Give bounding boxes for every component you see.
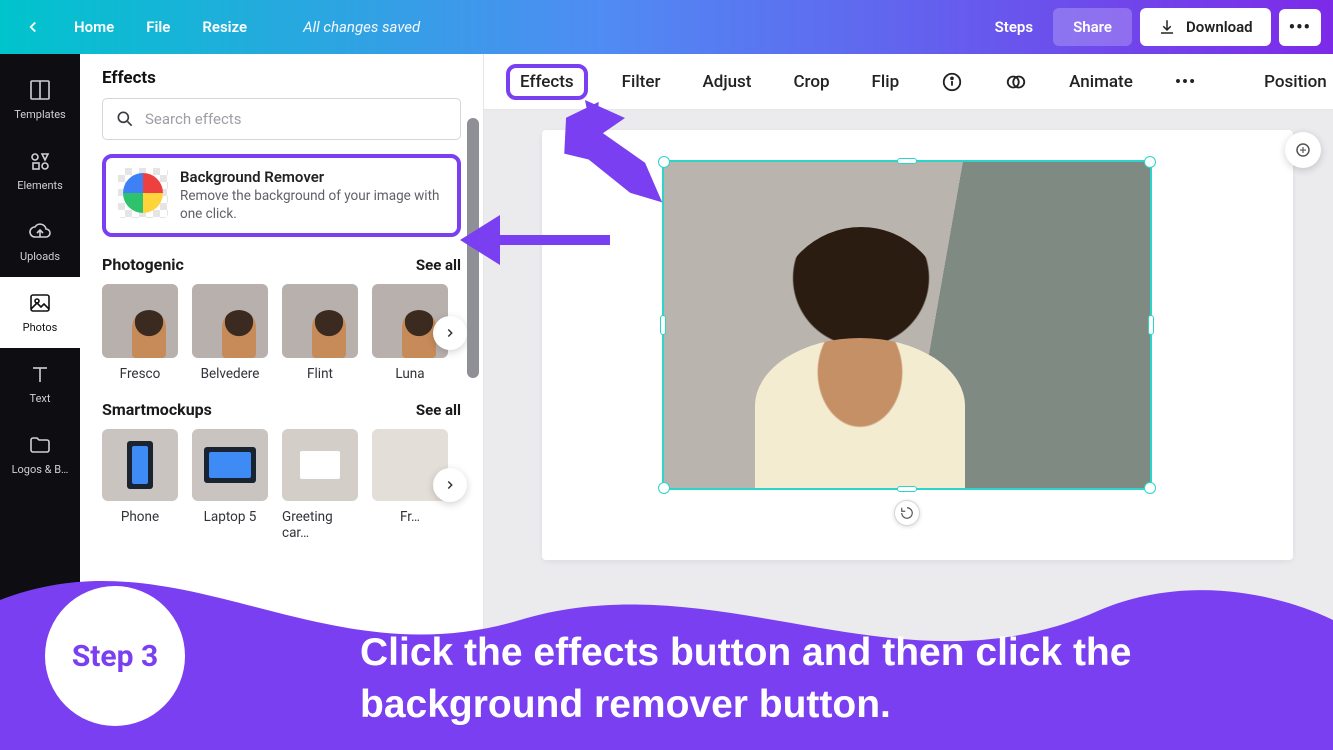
undo-button[interactable] bbox=[267, 19, 291, 35]
ctx-crop-button[interactable]: Crop bbox=[785, 66, 837, 98]
transparency-icon bbox=[1005, 71, 1027, 93]
sidebar-label: Photos bbox=[23, 321, 58, 334]
mockup-thumb-phone[interactable]: Phone bbox=[102, 429, 178, 541]
text-icon bbox=[28, 362, 52, 386]
folder-icon bbox=[28, 433, 52, 457]
resize-menu[interactable]: Resize bbox=[190, 10, 259, 44]
back-button[interactable] bbox=[12, 10, 54, 44]
download-button[interactable]: Download bbox=[1140, 8, 1271, 46]
rotate-icon bbox=[900, 506, 914, 520]
resize-edge-bottom[interactable] bbox=[897, 486, 917, 492]
selected-image[interactable] bbox=[662, 160, 1152, 490]
resize-edge-left[interactable] bbox=[660, 315, 666, 335]
ctx-flip-button[interactable]: Flip bbox=[864, 66, 908, 98]
sidebar-label: Templates bbox=[14, 108, 65, 121]
photogenic-row: Fresco Belvedere Flint Luna bbox=[102, 284, 461, 382]
section-head-smartmockups: Smartmockups See all bbox=[102, 400, 461, 419]
background-remover-title: Background Remover bbox=[180, 168, 445, 186]
section-head-photogenic: Photogenic See all bbox=[102, 255, 461, 274]
instruction-text: Click the effects button and then click … bbox=[360, 627, 1303, 732]
effect-thumb-fresco[interactable]: Fresco bbox=[102, 284, 178, 382]
smartmockups-row: Phone Laptop 5 Greeting car… Fr… bbox=[102, 429, 461, 541]
ctx-adjust-button[interactable]: Adjust bbox=[694, 66, 759, 98]
save-status: All changes saved bbox=[303, 18, 420, 36]
search-effects-input[interactable] bbox=[145, 110, 448, 128]
rotate-handle[interactable] bbox=[894, 500, 920, 526]
ctx-position-button[interactable]: Position bbox=[1256, 66, 1333, 98]
resize-edge-top[interactable] bbox=[897, 158, 917, 164]
sidebar-item-templates[interactable]: Templates bbox=[0, 64, 80, 135]
search-icon bbox=[115, 109, 135, 129]
download-label: Download bbox=[1186, 18, 1253, 36]
share-button[interactable]: Share bbox=[1053, 8, 1132, 46]
panel-title: Effects bbox=[80, 54, 483, 98]
file-menu[interactable]: File bbox=[134, 10, 182, 44]
sidebar-label: Logos & B… bbox=[12, 463, 69, 476]
effect-thumb-flint[interactable]: Flint bbox=[282, 284, 358, 382]
effect-thumb-belvedere[interactable]: Belvedere bbox=[192, 284, 268, 382]
image-content bbox=[664, 162, 1150, 488]
ctx-effects-button[interactable]: Effects bbox=[506, 64, 588, 100]
sparkle-icon bbox=[1294, 141, 1312, 159]
background-remover-icon bbox=[118, 168, 168, 218]
elements-icon bbox=[28, 149, 52, 173]
more-button[interactable]: ••• bbox=[1279, 9, 1321, 46]
sidebar-label: Uploads bbox=[20, 250, 60, 263]
ctx-filter-button[interactable]: Filter bbox=[614, 66, 669, 98]
mockup-thumb-card[interactable]: Greeting car… bbox=[282, 429, 358, 541]
step-badge: Step 3 bbox=[45, 586, 185, 726]
sidebar-item-logos[interactable]: Logos & B… bbox=[0, 419, 80, 490]
uploads-icon bbox=[28, 220, 52, 244]
search-effects-input-wrap[interactable] bbox=[102, 98, 461, 140]
see-all-smartmockups[interactable]: See all bbox=[416, 401, 461, 419]
ctx-animate-button[interactable]: Animate bbox=[1061, 66, 1141, 98]
add-page-button[interactable] bbox=[1285, 132, 1321, 168]
smartmockups-next-button[interactable] bbox=[433, 468, 467, 502]
sidebar-item-text[interactable]: Text bbox=[0, 348, 80, 419]
steps-button[interactable]: Steps bbox=[983, 10, 1045, 44]
sidebar-label: Elements bbox=[17, 179, 63, 192]
sidebar-item-photos[interactable]: Photos bbox=[0, 277, 80, 348]
resize-handle-tr[interactable] bbox=[1144, 156, 1156, 168]
ctx-more-button[interactable]: ••• bbox=[1167, 66, 1204, 98]
resize-handle-br[interactable] bbox=[1144, 482, 1156, 494]
ctx-info-button[interactable] bbox=[933, 65, 971, 99]
ctx-transparency-button[interactable] bbox=[997, 65, 1035, 99]
sidebar-item-uploads[interactable]: Uploads bbox=[0, 206, 80, 277]
top-bar: Home File Resize All changes saved Steps… bbox=[0, 0, 1333, 54]
mockup-thumb-laptop[interactable]: Laptop 5 bbox=[192, 429, 268, 541]
resize-handle-bl[interactable] bbox=[658, 482, 670, 494]
annotation-arrow-up bbox=[555, 100, 675, 230]
section-title: Photogenic bbox=[102, 255, 184, 274]
chevron-left-icon bbox=[24, 18, 42, 36]
section-title: Smartmockups bbox=[102, 400, 212, 419]
info-icon bbox=[941, 71, 963, 93]
photos-icon bbox=[28, 291, 52, 315]
sidebar-item-elements[interactable]: Elements bbox=[0, 135, 80, 206]
sidebar-label: Text bbox=[30, 392, 51, 405]
download-icon bbox=[1158, 18, 1176, 36]
background-remover-text: Background Remover Remove the background… bbox=[180, 168, 445, 223]
chevron-right-icon bbox=[443, 478, 457, 492]
photogenic-next-button[interactable] bbox=[433, 316, 467, 350]
chevron-right-icon bbox=[443, 326, 457, 340]
templates-icon bbox=[28, 78, 52, 102]
resize-edge-right[interactable] bbox=[1148, 315, 1154, 335]
background-remover-card[interactable]: Background Remover Remove the background… bbox=[102, 154, 461, 237]
home-menu[interactable]: Home bbox=[62, 10, 126, 44]
background-remover-desc: Remove the background of your image with… bbox=[180, 187, 445, 223]
